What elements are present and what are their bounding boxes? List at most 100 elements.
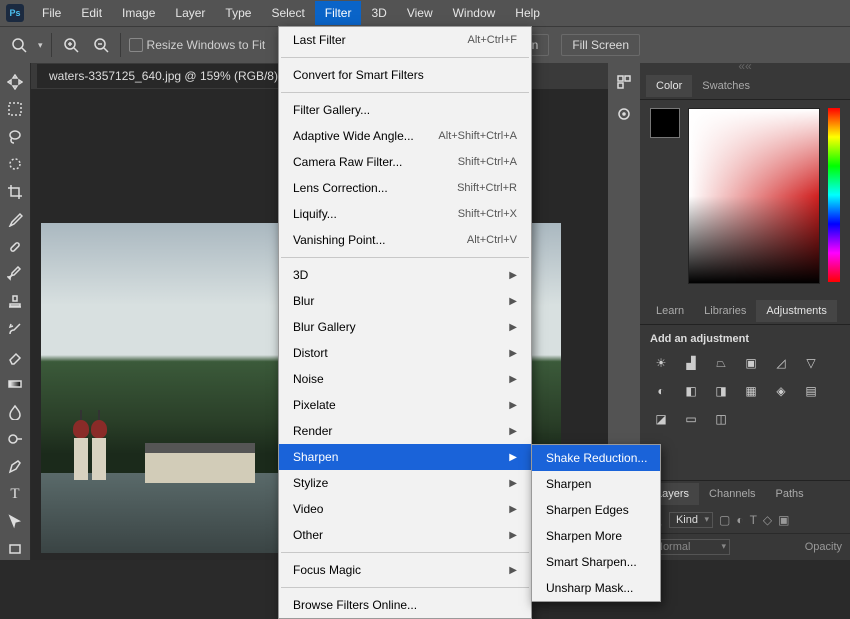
menu-image[interactable]: Image xyxy=(112,1,165,25)
menu-last-filter[interactable]: Last FilterAlt+Ctrl+F xyxy=(279,27,531,53)
menu-other-sub[interactable]: Other▶ xyxy=(279,522,531,548)
levels-icon[interactable]: ▟ xyxy=(680,353,702,373)
filter-adjust-icon[interactable]: ◐ xyxy=(736,513,743,527)
menu-type[interactable]: Type xyxy=(215,1,261,25)
menu-stylize-sub[interactable]: Stylize▶ xyxy=(279,470,531,496)
menu-video-sub[interactable]: Video▶ xyxy=(279,496,531,522)
add-adjustment-label: Add an adjustment xyxy=(650,333,840,345)
selective-color-icon[interactable]: ◫ xyxy=(710,409,732,429)
color-picker-field[interactable] xyxy=(688,108,820,284)
color-lookup-icon[interactable]: ▦ xyxy=(740,381,762,401)
menu-pixelate-sub[interactable]: Pixelate▶ xyxy=(279,392,531,418)
invert-icon[interactable]: ◈ xyxy=(770,381,792,401)
tab-adjustments[interactable]: Adjustments xyxy=(756,300,837,322)
foreground-color-swatch[interactable] xyxy=(650,108,680,138)
tab-swatches[interactable]: Swatches xyxy=(692,75,760,97)
crop-tool-icon[interactable] xyxy=(4,181,26,203)
menu-filter-gallery[interactable]: Filter Gallery... xyxy=(279,97,531,123)
type-tool-icon[interactable]: T xyxy=(4,484,26,506)
tools-panel: T xyxy=(0,63,31,560)
exposure-icon[interactable]: ▣ xyxy=(740,353,762,373)
menu-browse-filters[interactable]: Browse Filters Online... xyxy=(279,592,531,618)
vibrance-icon[interactable]: ◿ xyxy=(770,353,792,373)
menu-shake-reduction[interactable]: Shake Reduction... xyxy=(532,445,660,471)
stamp-tool-icon[interactable] xyxy=(4,291,26,313)
eraser-tool-icon[interactable] xyxy=(4,346,26,368)
posterize-icon[interactable]: ▤ xyxy=(800,381,822,401)
menu-lens-correction[interactable]: Lens Correction...Shift+Ctrl+R xyxy=(279,175,531,201)
menu-blur-sub[interactable]: Blur▶ xyxy=(279,288,531,314)
menu-smart-sharpen[interactable]: Smart Sharpen... xyxy=(532,549,660,575)
bw-icon[interactable]: ◐ xyxy=(650,381,672,401)
blur-tool-icon[interactable] xyxy=(4,401,26,423)
panel-drag-handle[interactable]: «« xyxy=(640,63,850,73)
menu-render-sub[interactable]: Render▶ xyxy=(279,418,531,444)
quick-select-tool-icon[interactable] xyxy=(4,154,26,176)
rectangle-tool-icon[interactable] xyxy=(4,539,26,561)
menu-select[interactable]: Select xyxy=(261,1,314,25)
menu-camera-raw[interactable]: Camera Raw Filter...Shift+Ctrl+A xyxy=(279,149,531,175)
dropdown-caret-icon[interactable]: ▾ xyxy=(38,40,43,51)
tab-libraries[interactable]: Libraries xyxy=(694,300,756,322)
menu-sharpen-sub[interactable]: Sharpen▶ Shake Reduction... Sharpen Shar… xyxy=(279,444,531,470)
tab-paths[interactable]: Paths xyxy=(766,483,814,505)
pen-tool-icon[interactable] xyxy=(4,456,26,478)
hue-icon[interactable]: ▽ xyxy=(800,353,822,373)
filter-type-icon[interactable]: T xyxy=(750,513,757,527)
curves-icon[interactable]: ⏢ xyxy=(710,353,732,373)
menu-3d-sub[interactable]: 3D▶ xyxy=(279,262,531,288)
menu-convert-smart[interactable]: Convert for Smart Filters xyxy=(279,62,531,88)
menu-adaptive-wide-angle[interactable]: Adaptive Wide Angle...Alt+Shift+Ctrl+A xyxy=(279,123,531,149)
gradient-map-icon[interactable]: ▭ xyxy=(680,409,702,429)
resize-windows-checkbox[interactable]: Resize Windows to Fit xyxy=(129,38,266,53)
photo-filter-icon[interactable]: ◧ xyxy=(680,381,702,401)
menu-window[interactable]: Window xyxy=(443,1,506,25)
move-tool-icon[interactable] xyxy=(4,71,26,93)
dodge-tool-icon[interactable] xyxy=(4,429,26,451)
channel-mixer-icon[interactable]: ◨ xyxy=(710,381,732,401)
menu-edit[interactable]: Edit xyxy=(71,1,112,25)
eyedropper-tool-icon[interactable] xyxy=(4,209,26,231)
menu-blur-gallery-sub[interactable]: Blur Gallery▶ xyxy=(279,314,531,340)
menu-help[interactable]: Help xyxy=(505,1,550,25)
layer-filter-kind[interactable]: Kind xyxy=(669,512,713,528)
menu-noise-sub[interactable]: Noise▶ xyxy=(279,366,531,392)
filter-smart-icon[interactable]: ▣ xyxy=(778,513,789,527)
hue-slider[interactable] xyxy=(828,108,840,282)
history-brush-tool-icon[interactable] xyxy=(4,319,26,341)
healing-tool-icon[interactable] xyxy=(4,236,26,258)
zoom-in-icon[interactable] xyxy=(60,34,82,56)
menu-vanishing-point[interactable]: Vanishing Point...Alt+Ctrl+V xyxy=(279,227,531,253)
brush-tool-icon[interactable] xyxy=(4,264,26,286)
menu-filter[interactable]: Filter xyxy=(315,1,362,25)
filter-pixel-icon[interactable]: ▢ xyxy=(719,513,730,527)
menu-focus-magic[interactable]: Focus Magic▶ xyxy=(279,557,531,583)
tool-preset-icon[interactable] xyxy=(8,34,30,56)
menu-3d[interactable]: 3D xyxy=(361,1,396,25)
brightness-icon[interactable]: ☀ xyxy=(650,353,672,373)
menu-unsharp-mask[interactable]: Unsharp Mask... xyxy=(532,575,660,601)
adjustments-panel: Add an adjustment ☀ ▟ ⏢ ▣ ◿ ▽ ◐ ◧ ◨ ▦ ◈ … xyxy=(640,325,850,437)
menu-view[interactable]: View xyxy=(397,1,443,25)
tab-channels[interactable]: Channels xyxy=(699,483,765,505)
menu-sharpen-edges[interactable]: Sharpen Edges xyxy=(532,497,660,523)
menu-sharpen[interactable]: Sharpen xyxy=(532,471,660,497)
menu-layer[interactable]: Layer xyxy=(165,1,215,25)
history-panel-icon[interactable] xyxy=(613,71,635,93)
menu-file[interactable]: File xyxy=(32,1,71,25)
path-select-tool-icon[interactable] xyxy=(4,511,26,533)
filter-shape-icon[interactable]: ◇ xyxy=(763,513,772,527)
menu-liquify[interactable]: Liquify...Shift+Ctrl+X xyxy=(279,201,531,227)
menu-sharpen-more[interactable]: Sharpen More xyxy=(532,523,660,549)
menu-distort-sub[interactable]: Distort▶ xyxy=(279,340,531,366)
tab-color[interactable]: Color xyxy=(646,75,692,97)
zoom-out-icon[interactable] xyxy=(90,34,112,56)
gradient-tool-icon[interactable] xyxy=(4,374,26,396)
threshold-icon[interactable]: ◪ xyxy=(650,409,672,429)
properties-panel-icon[interactable] xyxy=(613,103,635,125)
lasso-tool-icon[interactable] xyxy=(4,126,26,148)
fill-screen-button[interactable]: Fill Screen xyxy=(561,34,640,56)
marquee-tool-icon[interactable] xyxy=(4,99,26,121)
tab-learn[interactable]: Learn xyxy=(646,300,694,322)
document-tab[interactable]: waters-3357125_640.jpg @ 159% (RGB/8) × xyxy=(37,64,304,88)
